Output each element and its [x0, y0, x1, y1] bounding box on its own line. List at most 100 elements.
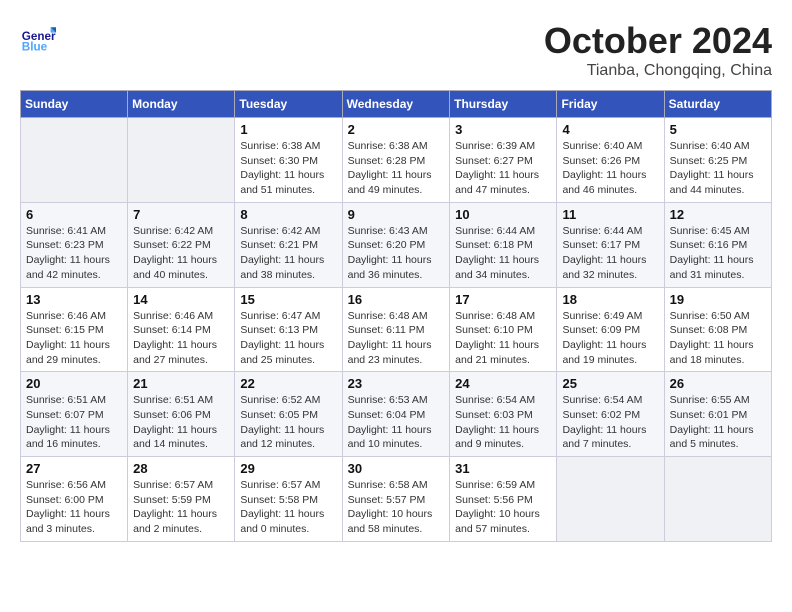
- day-info: Sunrise: 6:40 AMSunset: 6:26 PMDaylight:…: [562, 139, 658, 198]
- calendar-cell: 21Sunrise: 6:51 AMSunset: 6:06 PMDayligh…: [128, 372, 235, 457]
- day-number: 5: [670, 122, 766, 137]
- week-row-3: 13 Sunrise: 6:46 AMSunset: 6:15 PMDayligh…: [21, 287, 772, 372]
- calendar-cell: 6Sunrise: 6:41 AMSunset: 6:23 PMDaylight…: [21, 202, 128, 287]
- day-info: Sunrise: 6:38 AMSunset: 6:28 PMDaylight:…: [348, 139, 445, 198]
- day-number: 26: [670, 376, 766, 391]
- calendar-cell: [128, 118, 235, 203]
- month-title: October 2024: [544, 20, 772, 62]
- week-row-2: 6Sunrise: 6:41 AMSunset: 6:23 PMDaylight…: [21, 202, 772, 287]
- calendar-cell: 9 Sunrise: 6:43 AMSunset: 6:20 PMDaylight…: [342, 202, 450, 287]
- day-number: 23: [348, 376, 445, 391]
- weekday-header-wednesday: Wednesday: [342, 91, 450, 118]
- day-info: Sunrise: 6:52 AMSunset: 6:05 PMDaylight:…: [240, 393, 336, 452]
- day-number: 18: [562, 292, 658, 307]
- calendar-cell: 12 Sunrise: 6:45 AMSunset: 6:16 PMDayligh…: [664, 202, 771, 287]
- day-info: Sunrise: 6:47 AMSunset: 6:13 PMDaylight:…: [240, 309, 336, 368]
- day-number: 2: [348, 122, 445, 137]
- calendar-cell: 26 Sunrise: 6:55 AMSunset: 6:01 PMDayligh…: [664, 372, 771, 457]
- calendar-cell: 4 Sunrise: 6:40 AMSunset: 6:26 PMDaylight…: [557, 118, 664, 203]
- day-number: 6: [26, 207, 122, 222]
- day-number: 11: [562, 207, 658, 222]
- day-number: 16: [348, 292, 445, 307]
- page-header: General Blue October 2024 Tianba, Chongq…: [20, 20, 772, 80]
- calendar-table: SundayMondayTuesdayWednesdayThursdayFrid…: [20, 90, 772, 542]
- calendar-cell: 29 Sunrise: 6:57 AMSunset: 5:58 PMDayligh…: [235, 457, 342, 542]
- day-number: 28: [133, 461, 229, 476]
- day-number: 3: [455, 122, 551, 137]
- day-info: Sunrise: 6:48 AMSunset: 6:10 PMDaylight:…: [455, 309, 551, 368]
- day-info: Sunrise: 6:56 AMSunset: 6:00 PMDaylight:…: [26, 478, 122, 537]
- day-info: Sunrise: 6:59 AMSunset: 5:56 PMDaylight:…: [455, 478, 551, 537]
- weekday-header-row: SundayMondayTuesdayWednesdayThursdayFrid…: [21, 91, 772, 118]
- day-info: Sunrise: 6:43 AMSunset: 6:20 PMDaylight:…: [348, 224, 445, 283]
- calendar-cell: 1 Sunrise: 6:38 AMSunset: 6:30 PMDaylight…: [235, 118, 342, 203]
- calendar-cell: 16 Sunrise: 6:48 AMSunset: 6:11 PMDayligh…: [342, 287, 450, 372]
- day-info: Sunrise: 6:57 AMSunset: 5:59 PMDaylight:…: [133, 478, 229, 537]
- week-row-4: 20 Sunrise: 6:51 AMSunset: 6:07 PMDayligh…: [21, 372, 772, 457]
- weekday-header-tuesday: Tuesday: [235, 91, 342, 118]
- day-info: Sunrise: 6:55 AMSunset: 6:01 PMDaylight:…: [670, 393, 766, 452]
- day-info: Sunrise: 6:50 AMSunset: 6:08 PMDaylight:…: [670, 309, 766, 368]
- day-info: Sunrise: 6:54 AMSunset: 6:02 PMDaylight:…: [562, 393, 658, 452]
- day-number: 1: [240, 122, 336, 137]
- day-info: Sunrise: 6:57 AMSunset: 5:58 PMDaylight:…: [240, 478, 336, 537]
- calendar-cell: [557, 457, 664, 542]
- calendar-cell: 8 Sunrise: 6:42 AMSunset: 6:21 PMDaylight…: [235, 202, 342, 287]
- weekday-header-sunday: Sunday: [21, 91, 128, 118]
- calendar-cell: 14 Sunrise: 6:46 AMSunset: 6:14 PMDayligh…: [128, 287, 235, 372]
- day-info: Sunrise: 6:38 AMSunset: 6:30 PMDaylight:…: [240, 139, 336, 198]
- day-info: Sunrise: 6:49 AMSunset: 6:09 PMDaylight:…: [562, 309, 658, 368]
- calendar-cell: [21, 118, 128, 203]
- logo-icon: General Blue: [20, 20, 56, 56]
- day-number: 10: [455, 207, 551, 222]
- calendar-cell: 19Sunrise: 6:50 AMSunset: 6:08 PMDayligh…: [664, 287, 771, 372]
- calendar-cell: 23 Sunrise: 6:53 AMSunset: 6:04 PMDayligh…: [342, 372, 450, 457]
- day-number: 29: [240, 461, 336, 476]
- title-block: October 2024 Tianba, Chongqing, China: [544, 20, 772, 80]
- calendar-cell: 27 Sunrise: 6:56 AMSunset: 6:00 PMDayligh…: [21, 457, 128, 542]
- calendar-cell: 15Sunrise: 6:47 AMSunset: 6:13 PMDayligh…: [235, 287, 342, 372]
- day-info: Sunrise: 6:53 AMSunset: 6:04 PMDaylight:…: [348, 393, 445, 452]
- day-info: Sunrise: 6:48 AMSunset: 6:11 PMDaylight:…: [348, 309, 445, 368]
- day-info: Sunrise: 6:51 AMSunset: 6:06 PMDaylight:…: [133, 393, 229, 452]
- weekday-header-saturday: Saturday: [664, 91, 771, 118]
- calendar-cell: 30Sunrise: 6:58 AMSunset: 5:57 PMDayligh…: [342, 457, 450, 542]
- day-info: Sunrise: 6:46 AMSunset: 6:15 PMDaylight:…: [26, 309, 122, 368]
- calendar-cell: 22Sunrise: 6:52 AMSunset: 6:05 PMDayligh…: [235, 372, 342, 457]
- day-info: Sunrise: 6:42 AMSunset: 6:22 PMDaylight:…: [133, 224, 229, 283]
- calendar-cell: 5Sunrise: 6:40 AMSunset: 6:25 PMDaylight…: [664, 118, 771, 203]
- svg-text:Blue: Blue: [22, 41, 48, 54]
- day-number: 24: [455, 376, 551, 391]
- calendar-cell: 24Sunrise: 6:54 AMSunset: 6:03 PMDayligh…: [450, 372, 557, 457]
- day-info: Sunrise: 6:45 AMSunset: 6:16 PMDaylight:…: [670, 224, 766, 283]
- day-info: Sunrise: 6:46 AMSunset: 6:14 PMDaylight:…: [133, 309, 229, 368]
- calendar-cell: 20 Sunrise: 6:51 AMSunset: 6:07 PMDayligh…: [21, 372, 128, 457]
- day-number: 25: [562, 376, 658, 391]
- day-number: 8: [240, 207, 336, 222]
- day-info: Sunrise: 6:42 AMSunset: 6:21 PMDaylight:…: [240, 224, 336, 283]
- day-number: 14: [133, 292, 229, 307]
- day-info: Sunrise: 6:51 AMSunset: 6:07 PMDaylight:…: [26, 393, 122, 452]
- week-row-1: 1 Sunrise: 6:38 AMSunset: 6:30 PMDaylight…: [21, 118, 772, 203]
- logo: General Blue: [20, 20, 60, 56]
- calendar-cell: 17Sunrise: 6:48 AMSunset: 6:10 PMDayligh…: [450, 287, 557, 372]
- day-number: 13: [26, 292, 122, 307]
- day-number: 12: [670, 207, 766, 222]
- day-number: 20: [26, 376, 122, 391]
- calendar-cell: [664, 457, 771, 542]
- calendar-cell: 25 Sunrise: 6:54 AMSunset: 6:02 PMDayligh…: [557, 372, 664, 457]
- day-number: 31: [455, 461, 551, 476]
- calendar-cell: 7 Sunrise: 6:42 AMSunset: 6:22 PMDaylight…: [128, 202, 235, 287]
- day-number: 4: [562, 122, 658, 137]
- day-info: Sunrise: 6:44 AMSunset: 6:17 PMDaylight:…: [562, 224, 658, 283]
- calendar-cell: 18 Sunrise: 6:49 AMSunset: 6:09 PMDayligh…: [557, 287, 664, 372]
- day-number: 7: [133, 207, 229, 222]
- day-info: Sunrise: 6:44 AMSunset: 6:18 PMDaylight:…: [455, 224, 551, 283]
- day-number: 9: [348, 207, 445, 222]
- day-info: Sunrise: 6:39 AMSunset: 6:27 PMDaylight:…: [455, 139, 551, 198]
- day-number: 30: [348, 461, 445, 476]
- calendar-cell: 10 Sunrise: 6:44 AMSunset: 6:18 PMDayligh…: [450, 202, 557, 287]
- calendar-cell: 13 Sunrise: 6:46 AMSunset: 6:15 PMDayligh…: [21, 287, 128, 372]
- day-number: 27: [26, 461, 122, 476]
- calendar-cell: 28 Sunrise: 6:57 AMSunset: 5:59 PMDayligh…: [128, 457, 235, 542]
